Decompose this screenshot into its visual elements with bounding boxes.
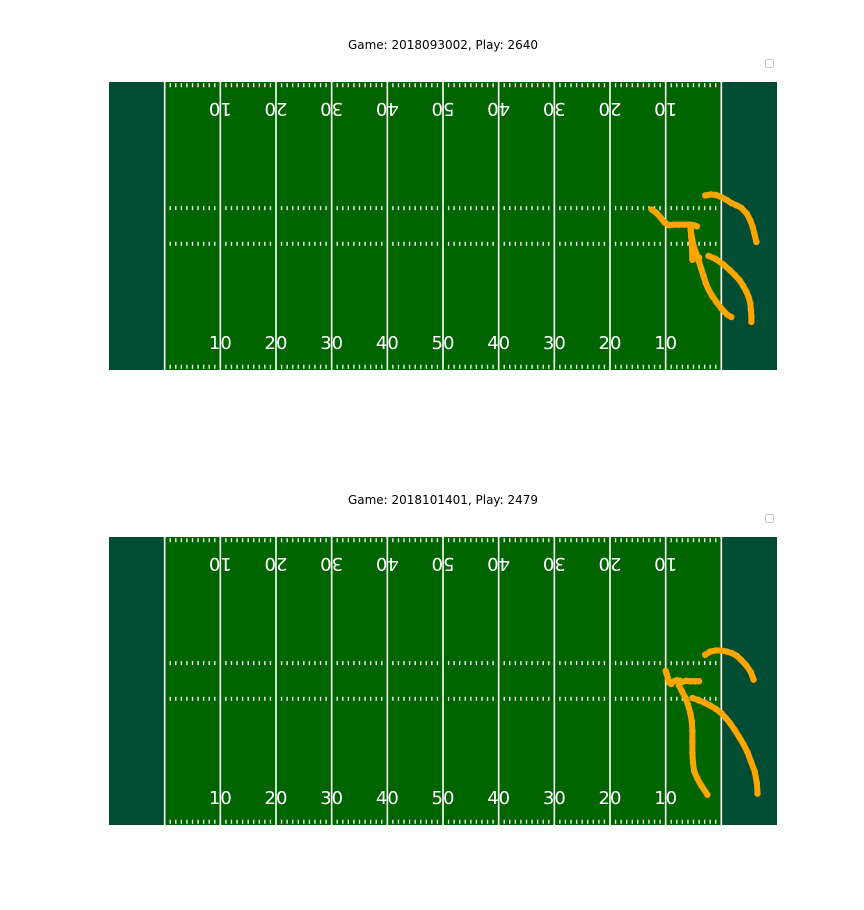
yard-number-bottom: 20 xyxy=(599,788,622,809)
yard-number-top: 40 xyxy=(487,98,510,119)
left-endzone xyxy=(109,537,165,825)
yard-number-top: 20 xyxy=(599,553,622,574)
yard-number-bottom: 30 xyxy=(320,333,343,354)
football-field: 10 10 20 20 30 30 40 40 50 50 40 40 30 30 20 20 10 10 xyxy=(109,82,777,370)
yard-number-bottom: 20 xyxy=(265,788,288,809)
tracking-point xyxy=(728,313,735,321)
yard-number-top: 10 xyxy=(209,553,232,574)
right-endzone xyxy=(721,82,777,370)
yard-number-bottom: 40 xyxy=(487,788,510,809)
yard-number-bottom: 30 xyxy=(543,788,566,809)
yard-number-bottom: 10 xyxy=(654,333,677,354)
yard-number-top: 10 xyxy=(654,553,677,574)
yard-number-bottom: 10 xyxy=(654,788,677,809)
yard-number-top: 20 xyxy=(599,98,622,119)
yard-number-bottom: 50 xyxy=(432,788,455,809)
yard-number-top: 10 xyxy=(654,98,677,119)
yard-number-bottom: 30 xyxy=(543,333,566,354)
left-endzone xyxy=(109,82,165,370)
yard-number-bottom: 40 xyxy=(376,333,399,354)
yard-number-top: 50 xyxy=(432,553,455,574)
chart-panel-1: Game: 2018093002, Play: 2640 10 10 20 20 30 3… xyxy=(0,0,864,455)
yard-number-top: 30 xyxy=(320,553,343,574)
yard-number-bottom: 20 xyxy=(599,333,622,354)
yard-number-top: 10 xyxy=(209,98,232,119)
yard-number-top: 20 xyxy=(265,98,288,119)
yard-number-bottom: 10 xyxy=(209,788,232,809)
tracking-point xyxy=(693,223,701,230)
yard-number-bottom: 10 xyxy=(209,333,232,354)
tracking-point xyxy=(704,791,711,798)
tracking-point xyxy=(748,318,755,326)
yard-number-top: 30 xyxy=(320,98,343,119)
yard-number-top: 40 xyxy=(376,553,399,574)
football-field: 10 10 20 20 30 30 40 40 50 50 40 40 30 30 20 20 10 10 xyxy=(109,537,777,825)
yard-number-bottom: 30 xyxy=(320,788,343,809)
yard-number-top: 30 xyxy=(543,553,566,574)
yard-number-bottom: 40 xyxy=(487,333,510,354)
tracking-point xyxy=(754,790,761,797)
yard-number-top: 30 xyxy=(543,98,566,119)
yard-number-top: 20 xyxy=(265,553,288,574)
yard-number-bottom: 40 xyxy=(376,788,399,809)
yard-number-bottom: 50 xyxy=(432,333,455,354)
yard-number-top: 40 xyxy=(487,553,510,574)
yard-number-bottom: 20 xyxy=(265,333,288,354)
tracking-point xyxy=(753,238,760,246)
tracking-point xyxy=(750,676,757,683)
right-endzone xyxy=(721,537,777,825)
yard-number-top: 40 xyxy=(376,98,399,119)
chart-panel-2: Game: 2018101401, Play: 2479 10 10 20 20 30 3… xyxy=(0,455,864,910)
tracking-point xyxy=(695,678,703,685)
yard-number-top: 50 xyxy=(432,98,455,119)
